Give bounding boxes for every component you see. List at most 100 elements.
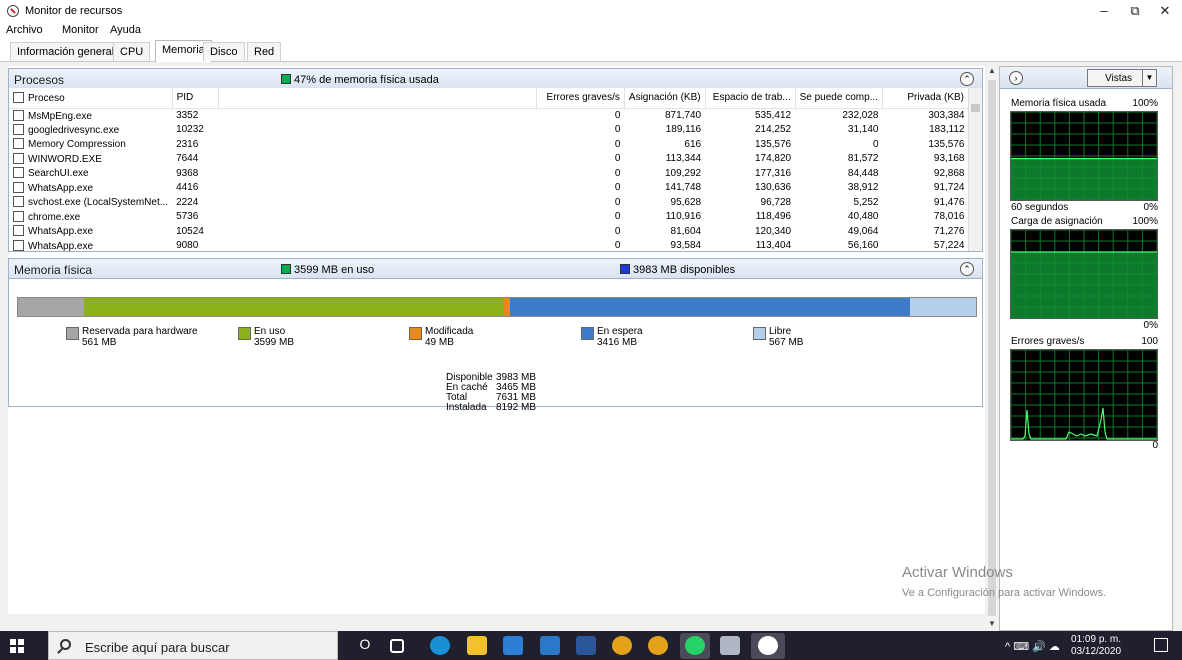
available-text: 3983 MB disponibles [633, 264, 736, 276]
menu-monitor[interactable]: Monitor [62, 24, 99, 36]
mail-icon[interactable] [540, 636, 560, 655]
process-pid: 9368 [176, 167, 199, 179]
taskbar-search[interactable]: Escribe aquí para buscar [48, 631, 338, 660]
clock-date: 03/12/2020 [1071, 646, 1122, 657]
clock[interactable]: 01:09 p. m. 03/12/2020 [1071, 634, 1121, 658]
process-checkbox[interactable] [13, 123, 24, 135]
table-row[interactable]: chrome.exe 5736 0 110,916 118,496 40,480 78,01… [9, 210, 969, 225]
process-checkbox[interactable] [13, 196, 24, 208]
col-asignacion[interactable]: Asignación (KB) [624, 88, 706, 109]
views-dropdown[interactable]: Vistas ▼ [1087, 69, 1157, 87]
physical-memory-fill [1011, 158, 1157, 200]
table-row[interactable]: googledrivesync.exe 10232 0 189,116 214,252 3… [9, 123, 969, 138]
edge-icon[interactable] [430, 636, 450, 655]
tab-informacion-general[interactable]: Información general [10, 42, 122, 61]
process-private: 183,112 [929, 124, 965, 136]
process-pid: 3352 [176, 110, 199, 121]
process-checkbox[interactable] [13, 181, 24, 193]
spacer [218, 239, 536, 252]
whatsapp-icon[interactable] [685, 636, 705, 655]
maximize-button[interactable]: ⧉ [1120, 3, 1150, 21]
photos-icon[interactable] [720, 636, 740, 655]
main-scroll-thumb[interactable] [988, 80, 996, 616]
table-row[interactable]: svchost.exe (LocalSystemNet... 2224 0 95,62… [9, 195, 969, 210]
spacer [218, 152, 536, 167]
process-name: SearchUI.exe [9, 166, 172, 181]
tab-red[interactable]: Red [247, 42, 282, 61]
store-icon[interactable] [503, 636, 523, 655]
menu-ayuda[interactable]: Ayuda [110, 24, 141, 36]
file-explorer-icon[interactable] [467, 636, 487, 655]
col-privada[interactable]: Privada (KB) [882, 88, 969, 109]
table-row[interactable]: WhatsApp.exe 4416 0 141,748 130,636 38,912 91,… [9, 181, 969, 196]
close-button[interactable]: ✕ [1150, 3, 1180, 21]
process-checkbox[interactable] [13, 109, 24, 121]
in-use-summary: 3599 MB en uso [281, 264, 374, 276]
chrome-icon[interactable] [612, 636, 632, 655]
menu-archivo[interactable]: Archivo [6, 24, 43, 36]
table-row[interactable]: Memory Compression 2316 0 616 135,576 0 135,57… [9, 137, 969, 152]
process-checkbox[interactable] [13, 138, 24, 150]
process-checkbox[interactable] [13, 152, 24, 164]
minimize-button[interactable]: – [1089, 3, 1119, 21]
processes-header[interactable]: Procesos 47% de memoria física usada ⌃ [8, 68, 983, 89]
memory-segment [909, 298, 976, 316]
windows-start-icon[interactable] [10, 639, 24, 653]
process-checkbox[interactable] [13, 239, 24, 251]
scroll-down-icon[interactable]: ▼ [986, 619, 998, 631]
legend-swatch [409, 327, 422, 340]
memory-segment [510, 298, 910, 316]
resource-monitor-taskbar-icon[interactable] [758, 636, 778, 655]
process-checkbox[interactable] [13, 225, 24, 237]
cortana-icon[interactable]: O [355, 636, 375, 655]
in-use-text: 3599 MB en uso [294, 264, 375, 276]
col-pid[interactable]: PID [172, 88, 219, 109]
graph2-max: 100% [1132, 216, 1158, 227]
table-row[interactable]: WhatsApp.exe 10524 0 81,604 120,340 49,064 71,… [9, 224, 969, 239]
graphs-scrollbar[interactable] [1175, 66, 1182, 631]
word-icon[interactable] [576, 636, 596, 655]
process-working-set: 130,636 [754, 182, 792, 194]
legend-swatch [753, 327, 766, 340]
process-pid: 4416 [176, 182, 199, 194]
process-pid: 10232 [176, 124, 204, 136]
table-row[interactable]: WhatsApp.exe 9080 0 93,584 113,404 56,160 57,2… [9, 239, 969, 252]
select-all-checkbox[interactable] [13, 91, 24, 103]
process-checkbox[interactable] [13, 167, 24, 179]
process-shareable: 232,028 [842, 110, 879, 121]
processes-scrollbar[interactable] [968, 88, 982, 251]
collapse-processes-icon[interactable]: ⌃ [960, 72, 974, 86]
expand-graphs-icon[interactable]: › [1009, 71, 1023, 85]
system-tray-icons[interactable]: ^ ⌨ 🔊 ☁ [1005, 640, 1060, 653]
spacer [218, 166, 536, 181]
main-content: Procesos 47% de memoria física usada ⌃ P… [8, 66, 985, 614]
task-view-icon[interactable] [390, 639, 404, 653]
processes-rows: MsMpEng.exe 3352 0 871,740 535,412 232,028 303… [9, 108, 969, 252]
graph3-min: 0 [1152, 440, 1158, 451]
process-commit: 871,740 [664, 110, 702, 121]
activation-watermark-text: Ve a Configuración para activar Windows. [902, 587, 1107, 599]
collapse-physical-memory-icon[interactable]: ⌃ [960, 262, 974, 276]
col-espacio[interactable]: Espacio de trab... [705, 88, 796, 109]
tab-disco[interactable]: Disco [203, 42, 245, 61]
search-icon [60, 639, 71, 650]
table-row[interactable]: WINWORD.EXE 7644 0 113,344 174,820 81,572 93,1… [9, 152, 969, 167]
col-compartible[interactable]: Se puede comp... [795, 88, 884, 109]
chrome-icon-2[interactable] [648, 636, 668, 655]
tab-cpu[interactable]: CPU [113, 42, 151, 61]
table-row[interactable]: SearchUI.exe 9368 0 109,292 177,316 84,448 92,… [9, 166, 969, 181]
process-working-set: 120,340 [754, 225, 792, 237]
main-scrollbar[interactable]: ▲ ▼ [986, 66, 998, 631]
memory-segment [18, 298, 84, 316]
col-proceso[interactable]: Proceso [9, 88, 173, 109]
process-checkbox[interactable] [13, 210, 24, 222]
process-name: chrome.exe [9, 210, 172, 225]
scroll-up-icon[interactable]: ▲ [986, 66, 998, 78]
chevron-down-icon[interactable]: ▼ [1142, 70, 1156, 86]
col-errores[interactable]: Errores graves/s [536, 88, 625, 109]
table-row[interactable]: MsMpEng.exe 3352 0 871,740 535,412 232,028 303… [9, 108, 969, 123]
notifications-icon[interactable] [1154, 638, 1168, 652]
physical-memory-header[interactable]: Memoria física 3599 MB en uso 3983 MB di… [8, 258, 983, 279]
processes-scroll-thumb[interactable] [971, 104, 980, 112]
process-faults: 0 [614, 211, 621, 223]
